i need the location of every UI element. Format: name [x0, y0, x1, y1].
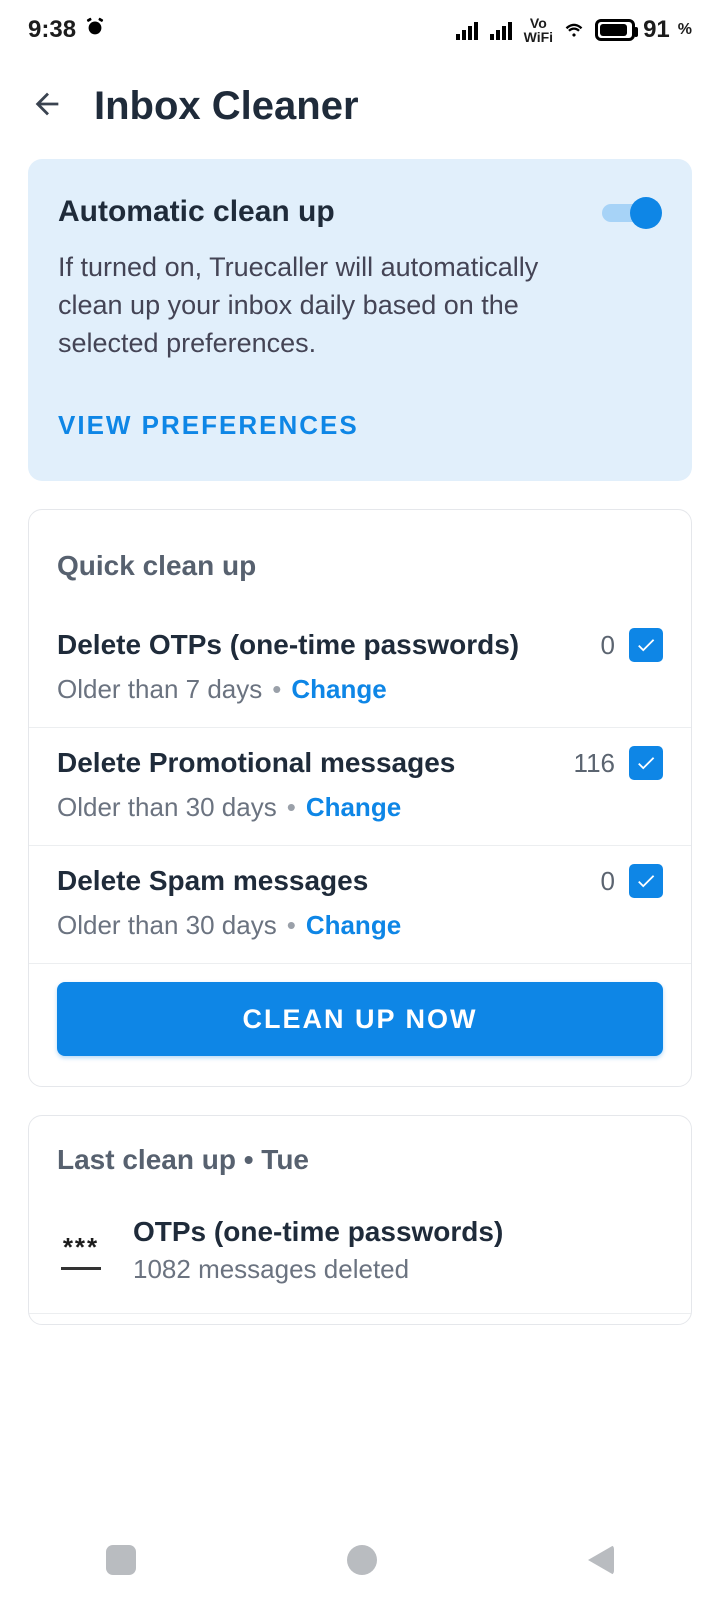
- nav-home-icon[interactable]: [347, 1545, 377, 1575]
- battery-unit: %: [678, 21, 692, 39]
- wifi-icon: [561, 20, 587, 40]
- cleanup-item-older: Older than 30 days: [57, 792, 277, 823]
- cleanup-item-change-link[interactable]: Change: [291, 674, 386, 705]
- result-title: OTPs (one-time passwords): [133, 1216, 503, 1248]
- separator-dot: •: [287, 792, 296, 823]
- signal-icon: [456, 20, 482, 40]
- status-time: 9:38: [28, 16, 76, 44]
- cleanup-item-older: Older than 7 days: [57, 674, 262, 705]
- system-nav-bar: [0, 1520, 720, 1600]
- cleanup-item-otps: Delete OTPs (one-time passwords) 0 Older…: [29, 610, 691, 728]
- cleanup-item-count: 0: [601, 866, 615, 897]
- cleanup-item-change-link[interactable]: Change: [306, 792, 401, 823]
- battery-icon: [595, 19, 635, 41]
- last-cleanup-title: Last clean up • Tue: [29, 1144, 691, 1204]
- cleanup-item-title: Delete Spam messages: [57, 865, 368, 897]
- signal-icon-2: [490, 20, 516, 40]
- result-subtitle: 1082 messages deleted: [133, 1254, 503, 1285]
- app-header: Inbox Cleaner: [0, 60, 720, 159]
- view-preferences-link[interactable]: VIEW PREFERENCES: [58, 410, 359, 441]
- quick-cleanup-title: Quick clean up: [29, 540, 691, 610]
- cleanup-item-count: 116: [574, 748, 615, 779]
- separator-dot: •: [287, 910, 296, 941]
- cleanup-item-promotional: Delete Promotional messages 116 Older th…: [29, 728, 691, 846]
- cleanup-item-count: 0: [601, 630, 615, 661]
- battery-percent: 91: [643, 16, 670, 44]
- cleanup-item-title: Delete OTPs (one-time passwords): [57, 629, 519, 661]
- nav-recent-icon[interactable]: [106, 1545, 136, 1575]
- cleanup-item-spam: Delete Spam messages 0 Older than 30 day…: [29, 846, 691, 964]
- cleanup-item-change-link[interactable]: Change: [306, 910, 401, 941]
- nav-back-icon[interactable]: [588, 1545, 614, 1575]
- status-left: 9:38: [28, 16, 106, 45]
- auto-cleanup-title: Automatic clean up: [58, 195, 335, 229]
- vowifi-icon: VoWiFi: [524, 16, 553, 44]
- auto-cleanup-toggle[interactable]: [602, 197, 662, 227]
- otp-icon: ***: [57, 1232, 105, 1270]
- last-cleanup-result: *** OTPs (one-time passwords) 1082 messa…: [29, 1204, 691, 1314]
- last-cleanup-card: Last clean up • Tue *** OTPs (one-time p…: [28, 1115, 692, 1325]
- cleanup-item-older: Older than 30 days: [57, 910, 277, 941]
- separator-dot: •: [272, 674, 281, 705]
- cleanup-item-checkbox[interactable]: [629, 628, 663, 662]
- cleanup-item-checkbox[interactable]: [629, 746, 663, 780]
- quick-cleanup-card: Quick clean up Delete OTPs (one-time pas…: [28, 509, 692, 1087]
- cleanup-item-checkbox[interactable]: [629, 864, 663, 898]
- status-bar: 9:38 VoWiFi 91%: [0, 0, 720, 60]
- back-icon[interactable]: [30, 87, 64, 126]
- cleanup-item-title: Delete Promotional messages: [57, 747, 455, 779]
- alarm-icon: [84, 16, 106, 45]
- status-right: VoWiFi 91%: [456, 16, 692, 44]
- page-title: Inbox Cleaner: [94, 84, 359, 129]
- clean-up-now-button[interactable]: CLEAN UP NOW: [57, 982, 663, 1056]
- auto-cleanup-card: Automatic clean up If turned on, Truecal…: [28, 159, 692, 481]
- auto-cleanup-description: If turned on, Truecaller will automatica…: [58, 249, 578, 362]
